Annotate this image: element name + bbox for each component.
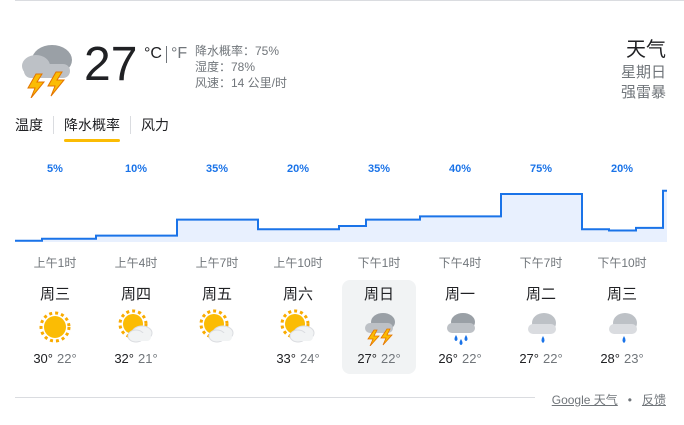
chart-time-label: 上午4时 <box>114 256 158 270</box>
heavy-rain-icon <box>447 313 475 345</box>
chart-time-label: 上午7时 <box>195 256 239 270</box>
chart-value-label: 35% <box>367 163 391 175</box>
chart-value-label: 20% <box>286 163 310 175</box>
wind-detail: 风速：14 公里/时 <box>195 76 288 90</box>
partly-cloudy-icon <box>199 309 234 343</box>
high-temp: 26° <box>438 351 458 366</box>
location-info: 天气 星期日 强雷暴 <box>621 37 666 103</box>
day-card[interactable]: 周三 28° 23° <box>585 280 659 374</box>
bottom-divider <box>15 397 535 398</box>
chart-value-label: 35% <box>205 163 229 175</box>
low-temp: 21° <box>138 351 158 366</box>
weather-title: 天气 <box>626 39 666 61</box>
low-temp: 22° <box>381 351 401 366</box>
low-temp: 23° <box>624 351 644 366</box>
footer: Google 天气 • 反馈 <box>552 391 666 408</box>
high-temp: 27° <box>357 351 377 366</box>
day-temps: 30° 22° <box>18 351 92 367</box>
chart-value-label: 10% <box>124 163 148 175</box>
high-temp: 33° <box>276 351 296 366</box>
high-temp: 27° <box>519 351 539 366</box>
chart-value-label: 5% <box>47 163 63 175</box>
partly-cloudy-icon <box>280 309 315 343</box>
day-name: 周四 <box>120 286 151 303</box>
humidity-detail: 湿度：78% <box>195 60 256 74</box>
low-temp: 22° <box>543 351 563 366</box>
footer-dot: • <box>627 392 632 407</box>
day-name: 周二 <box>525 286 556 303</box>
day-name: 周六 <box>282 286 313 303</box>
day-name: 周日 <box>363 286 394 303</box>
day-temps: 32° 21° <box>99 351 173 367</box>
day-card[interactable]: 周三 30° 22° <box>18 280 92 374</box>
day-name: 周三 <box>39 286 70 303</box>
high-temp: 30° <box>33 351 53 366</box>
chart-time-label: 上午1时 <box>33 256 77 270</box>
chart-value-label: 20% <box>610 163 634 175</box>
day-temps: 26° 22° <box>423 351 497 367</box>
precipitation-area <box>15 190 667 242</box>
unit-separator <box>165 45 167 63</box>
day-card[interactable]: 周五 <box>180 280 254 374</box>
metric-tabs: 温度 降水概率 风力 <box>15 115 179 142</box>
current-temperature: 27 <box>84 38 138 91</box>
current-condition: 强雷暴 <box>620 84 666 101</box>
low-temp: 22° <box>57 351 77 366</box>
fahrenheit-unit-button[interactable]: °F <box>171 45 187 63</box>
tab-wind[interactable]: 风力 <box>131 115 179 135</box>
day-card[interactable]: 周六 33° 24° <box>261 280 335 374</box>
day-temps: 27° 22° <box>504 351 578 367</box>
chart-time-label: 下午10时 <box>597 256 647 270</box>
chart-time-label: 下午7时 <box>519 256 563 270</box>
unit-toggle: °C °F <box>144 45 187 63</box>
day-card[interactable]: 周二 27° 22° <box>504 280 578 374</box>
day-temps: 27° 22° <box>342 351 416 367</box>
current-day: 星期日 <box>620 64 666 81</box>
high-temp: 28° <box>600 351 620 366</box>
weather-details: 降水概率：75% 湿度：78% 风速：14 公里/时 <box>195 43 287 91</box>
thunderstorm-icon <box>22 45 72 98</box>
thunderstorm-icon <box>365 313 395 346</box>
rain-icon <box>528 313 556 343</box>
tab-temperature[interactable]: 温度 <box>15 115 53 135</box>
day-card[interactable]: 周四 32° 21° <box>99 280 173 374</box>
chart-value-label: 40% <box>448 163 472 175</box>
chart-time-label: 下午4时 <box>438 256 482 270</box>
rain-icon <box>609 313 637 343</box>
day-name: 周一 <box>444 286 475 303</box>
day-card[interactable]: 周一 26° 22° <box>423 280 497 374</box>
tab-precipitation[interactable]: 降水概率 <box>54 115 130 142</box>
day-card[interactable]: 周日 27° 22° <box>342 280 416 374</box>
partly-cloudy-icon <box>118 309 153 343</box>
day-name: 周五 <box>201 286 232 303</box>
precipitation-chart <box>15 189 667 242</box>
day-temps: 28° 23° <box>585 351 659 367</box>
day-temps: 33° 24° <box>261 351 335 367</box>
chart-value-label: 75% <box>529 163 553 175</box>
source-link[interactable]: Google 天气 <box>552 391 618 408</box>
sunny-icon <box>39 311 71 343</box>
celsius-unit-button[interactable]: °C <box>144 45 162 63</box>
feedback-link[interactable]: 反馈 <box>642 391 666 408</box>
precipitation-detail: 降水概率：75% <box>195 44 280 58</box>
top-divider <box>15 0 684 1</box>
high-temp: 32° <box>114 351 134 366</box>
day-temps <box>180 351 254 367</box>
low-temp: 24° <box>300 351 320 366</box>
chart-time-label: 上午10时 <box>273 256 323 270</box>
chart-time-label: 下午1时 <box>357 256 401 270</box>
day-name: 周三 <box>606 286 637 303</box>
low-temp: 22° <box>462 351 482 366</box>
